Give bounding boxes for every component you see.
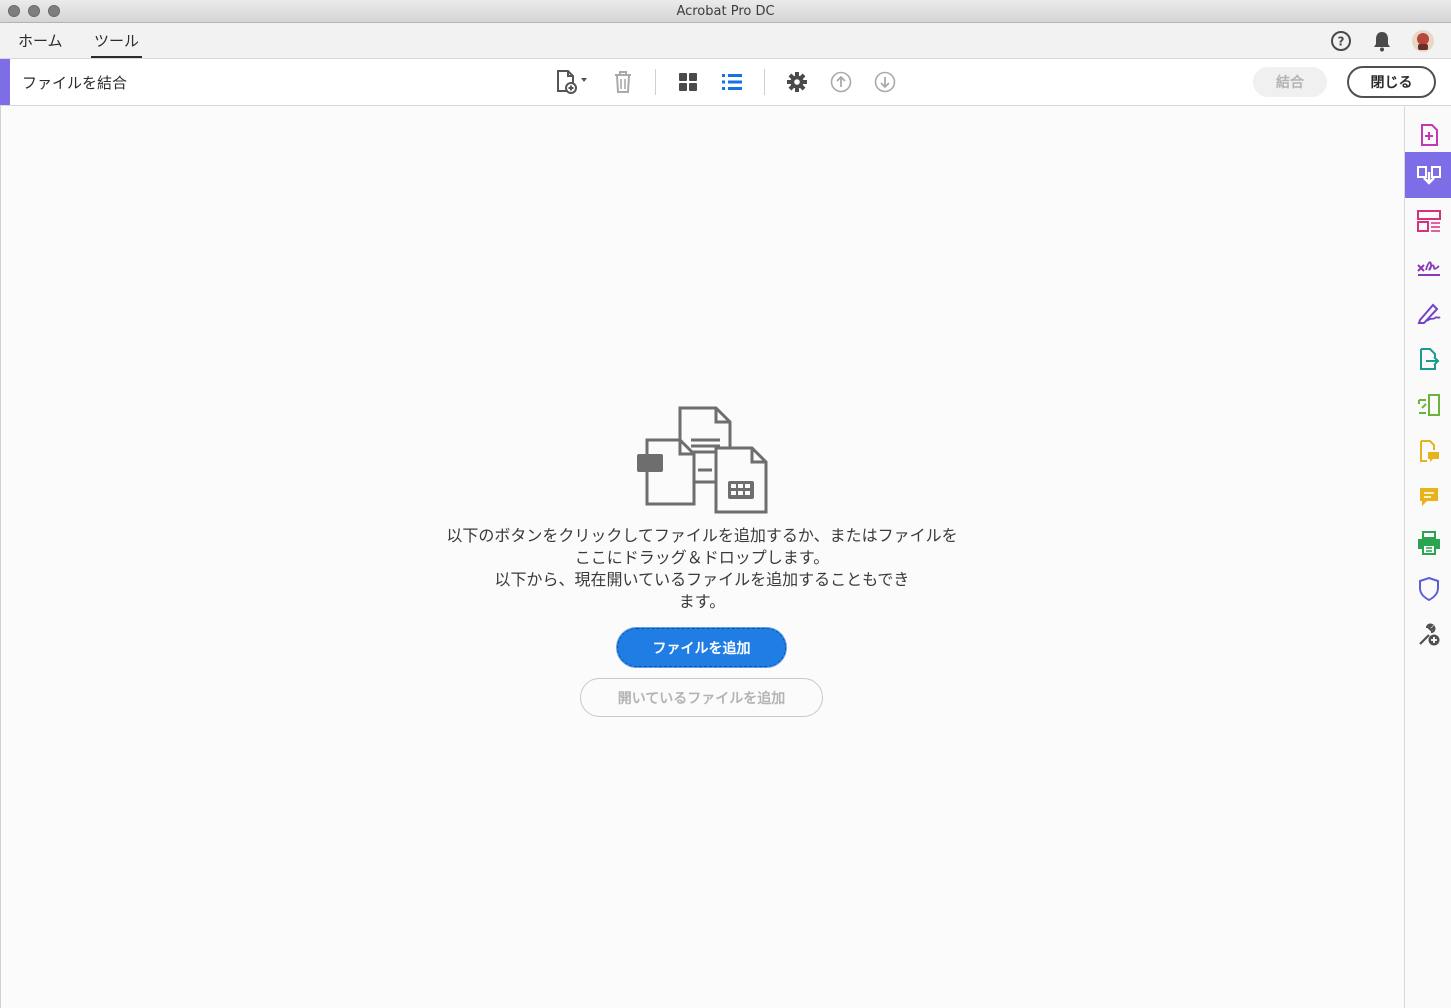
- instruction-line: 以下から、現在開いているファイルを追加することもでき: [494, 570, 910, 589]
- tab-tools[interactable]: ツール: [91, 30, 143, 58]
- window-title: Acrobat Pro DC: [676, 4, 775, 19]
- tool-title: ファイルを結合: [22, 74, 128, 92]
- instruction-line: ここにドラッグ＆ドロップします。: [574, 548, 830, 567]
- fill-sign-icon[interactable]: [1405, 244, 1451, 290]
- list-view-icon[interactable]: [719, 69, 745, 95]
- svg-text:?: ?: [1338, 35, 1345, 49]
- combine-files-icon[interactable]: [1405, 152, 1451, 198]
- grid-view-icon[interactable]: [675, 69, 701, 95]
- more-tools-icon[interactable]: [1405, 612, 1451, 658]
- add-open-files-button[interactable]: 開いているファイルを追加: [580, 678, 823, 717]
- bell-icon[interactable]: [1370, 29, 1394, 53]
- add-file-dropdown-icon[interactable]: [554, 69, 590, 95]
- add-files-button[interactable]: ファイルを追加: [617, 628, 786, 667]
- drop-instructions: 以下のボタンをクリックしてファイルを追加するか、またはファイルを ここにドラッグ…: [402, 525, 1002, 613]
- instruction-line: ます。: [678, 592, 726, 611]
- toolbar-divider: [764, 69, 765, 95]
- send-for-comments-icon[interactable]: [1405, 428, 1451, 474]
- gear-icon[interactable]: [784, 69, 810, 95]
- nav-bar: ホーム ツール ?: [0, 23, 1451, 59]
- instruction-line: 以下のボタンをクリックしてファイルを追加するか、またはファイルを: [446, 526, 958, 545]
- organize-pages-icon[interactable]: [1405, 198, 1451, 244]
- print-production-icon[interactable]: [1405, 520, 1451, 566]
- move-down-icon[interactable]: [872, 69, 898, 95]
- tool-toolbar: ファイルを結合 結合 閉じる: [0, 59, 1451, 106]
- avatar[interactable]: [1411, 29, 1435, 53]
- comment-icon[interactable]: [1405, 474, 1451, 520]
- protect-icon[interactable]: [1405, 566, 1451, 612]
- toolbar-divider: [655, 69, 656, 95]
- close-tool-button[interactable]: 閉じる: [1347, 66, 1436, 98]
- edit-pdf-icon[interactable]: [1405, 382, 1451, 428]
- title-bar: Acrobat Pro DC: [0, 0, 1451, 23]
- tool-accent-bar: [0, 59, 10, 105]
- tools-rail: [1404, 106, 1451, 1008]
- export-pdf-icon[interactable]: [1405, 336, 1451, 382]
- tab-home[interactable]: ホーム: [18, 30, 63, 51]
- trash-icon[interactable]: [610, 69, 636, 95]
- move-up-icon[interactable]: [828, 69, 854, 95]
- help-icon[interactable]: ?: [1329, 29, 1353, 53]
- send-for-signature-icon[interactable]: [1405, 290, 1451, 336]
- combine-files-illustration: [636, 406, 770, 516]
- combine-button[interactable]: 結合: [1253, 67, 1327, 97]
